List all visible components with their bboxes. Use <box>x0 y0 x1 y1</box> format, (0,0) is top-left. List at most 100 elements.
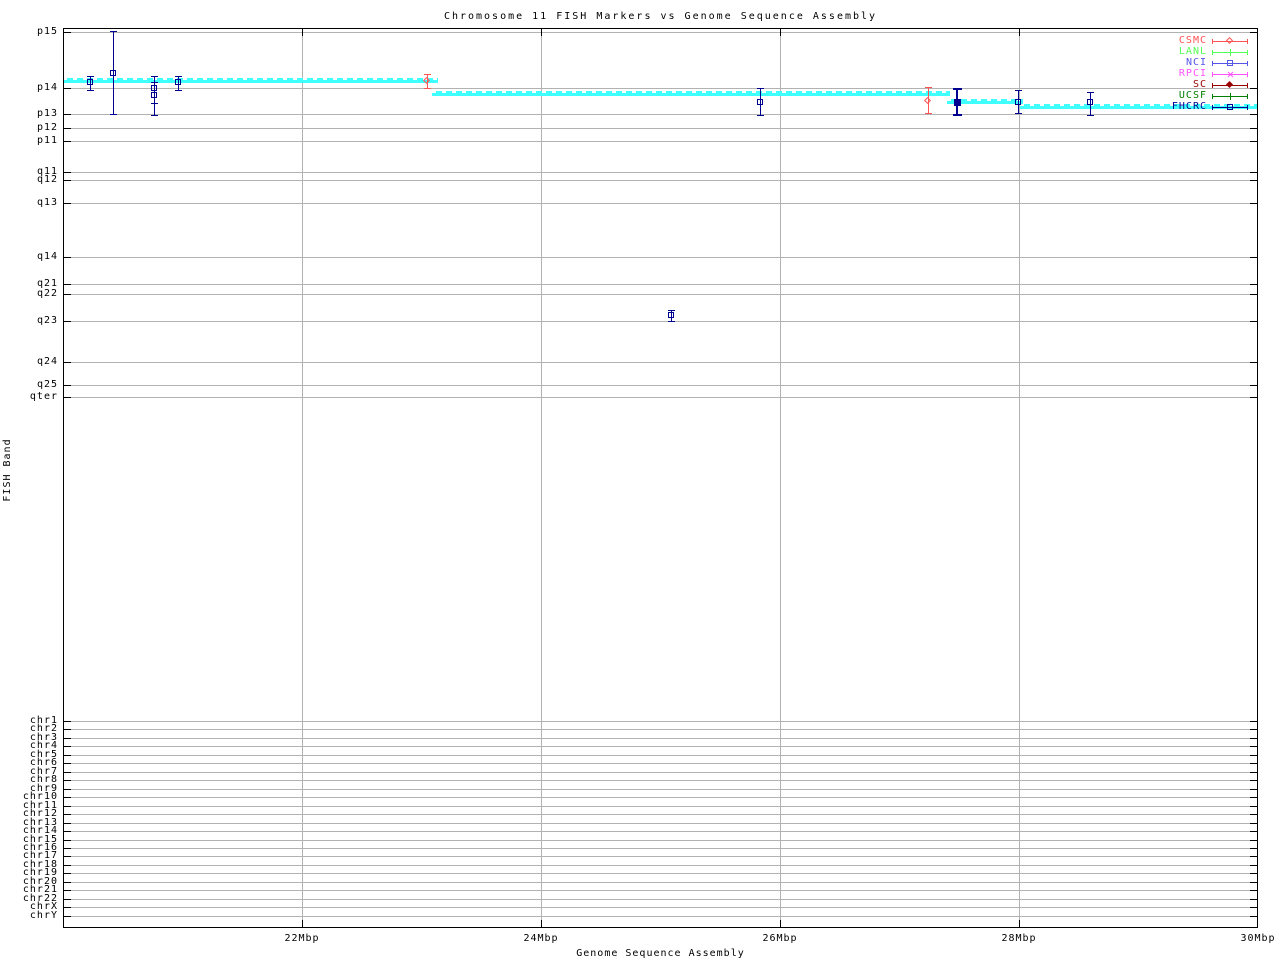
marker-plus <box>1227 49 1234 56</box>
y-tick-left <box>63 738 71 739</box>
y-tick-label: qter <box>29 391 58 402</box>
y-tick-right <box>1250 823 1258 824</box>
marker-square-open <box>1227 104 1233 110</box>
error-bar-cap <box>668 321 675 322</box>
y-tick-left <box>63 385 71 386</box>
y-tick-right <box>1250 856 1258 857</box>
legend-sample-cap <box>1247 72 1248 77</box>
legend-sample-cap <box>1212 94 1213 99</box>
y-tick-right <box>1250 797 1258 798</box>
y-tick-right <box>1250 907 1258 908</box>
legend-sample-cap <box>1247 94 1248 99</box>
error-bar-cap <box>1015 90 1022 91</box>
y-tick-left <box>63 840 71 841</box>
y-tick-right <box>1250 729 1258 730</box>
chart-title: Chromosome 11 FISH Markers vs Genome Seq… <box>443 11 878 22</box>
y-tick-right <box>1250 397 1258 398</box>
marker-line <box>1230 93 1231 100</box>
x-tick-label: 22Mbp <box>284 933 320 944</box>
y-tick-left <box>63 88 71 89</box>
error-bar-cap <box>175 90 182 91</box>
y-tick-label: p14 <box>36 82 58 93</box>
y-tick-right <box>1250 294 1258 295</box>
y-tick-left <box>63 831 71 832</box>
y-tick-right <box>1250 890 1258 891</box>
y-tick-left <box>63 141 71 142</box>
y-tick-right <box>1250 789 1258 790</box>
y-tick-left <box>63 907 71 908</box>
error-bar-cap <box>757 88 764 89</box>
x-tick-top <box>1019 28 1020 36</box>
marker-line <box>1230 49 1231 56</box>
y-tick-label: p11 <box>36 135 58 146</box>
x-axis-label: Genome Sequence Assembly <box>576 948 745 959</box>
y-tick-right <box>1250 831 1258 832</box>
legend-sample-cap <box>1212 83 1213 88</box>
y-tick-right <box>1250 780 1258 781</box>
legend-sample-cap <box>1212 39 1213 44</box>
legend-sample-cap <box>1247 50 1248 55</box>
y-tick-left <box>63 321 71 322</box>
y-tick-left <box>63 172 71 173</box>
error-bar-cap <box>151 115 158 116</box>
y-tick-left <box>63 890 71 891</box>
y-tick-label: q25 <box>36 379 58 390</box>
error-bar-cap <box>953 88 962 90</box>
marker-square-open <box>668 312 674 318</box>
error-bar-cap <box>424 74 431 75</box>
marker-square-open <box>110 70 116 76</box>
y-tick-left <box>63 114 71 115</box>
y-tick-left <box>63 763 71 764</box>
y-tick-right <box>1250 840 1258 841</box>
y-tick-left <box>63 823 71 824</box>
y-tick-right <box>1250 321 1258 322</box>
y-tick-right <box>1250 814 1258 815</box>
y-tick-right <box>1250 806 1258 807</box>
marker-square-open <box>1015 99 1021 105</box>
y-tick-right <box>1250 257 1258 258</box>
y-tick-left <box>63 789 71 790</box>
y-tick-right <box>1250 32 1258 33</box>
y-tick-right <box>1250 916 1258 917</box>
y-tick-left <box>63 203 71 204</box>
y-tick-left <box>63 806 71 807</box>
legend-sample-cap <box>1247 105 1248 110</box>
y-tick-right <box>1250 865 1258 866</box>
error-bar-cap <box>424 88 431 89</box>
y-tick-left <box>63 814 71 815</box>
legend-label-fhcrc: FHCRC <box>1171 101 1207 112</box>
y-tick-left <box>63 128 71 129</box>
error-bar-cap <box>151 82 158 83</box>
error-bar-cap <box>925 87 932 88</box>
marker-plus <box>1227 93 1234 100</box>
y-tick-left <box>63 882 71 883</box>
legend-sample-cap <box>1212 72 1213 77</box>
y-tick-right <box>1250 755 1258 756</box>
x-tick-top <box>780 28 781 36</box>
y-tick-left <box>63 32 71 33</box>
x-tick-bottom <box>780 920 781 928</box>
y-tick-right <box>1250 88 1258 89</box>
y-tick-right <box>1250 721 1258 722</box>
x-tick-bottom <box>541 920 542 928</box>
legend-sample-cap <box>1247 83 1248 88</box>
y-axis-label: FISH Band <box>2 438 13 502</box>
y-tick-left <box>63 916 71 917</box>
y-tick-right <box>1250 738 1258 739</box>
x-tick-label: 28Mbp <box>1001 933 1037 944</box>
y-tick-right <box>1250 362 1258 363</box>
error-bar-cap <box>175 76 182 77</box>
y-tick-left <box>63 873 71 874</box>
legend-sample-cap <box>1247 61 1248 66</box>
error-bar-cap <box>151 76 158 77</box>
y-tick-right <box>1250 882 1258 883</box>
y-tick-left <box>63 284 71 285</box>
y-tick-right <box>1250 203 1258 204</box>
error-bar-cap <box>1087 115 1094 116</box>
y-tick-left <box>63 180 71 181</box>
x-tick-top <box>541 28 542 36</box>
legend-sample-cap <box>1247 39 1248 44</box>
y-tick-label: q24 <box>36 356 58 367</box>
error-bar-cap <box>110 114 117 115</box>
y-tick-left <box>63 721 71 722</box>
